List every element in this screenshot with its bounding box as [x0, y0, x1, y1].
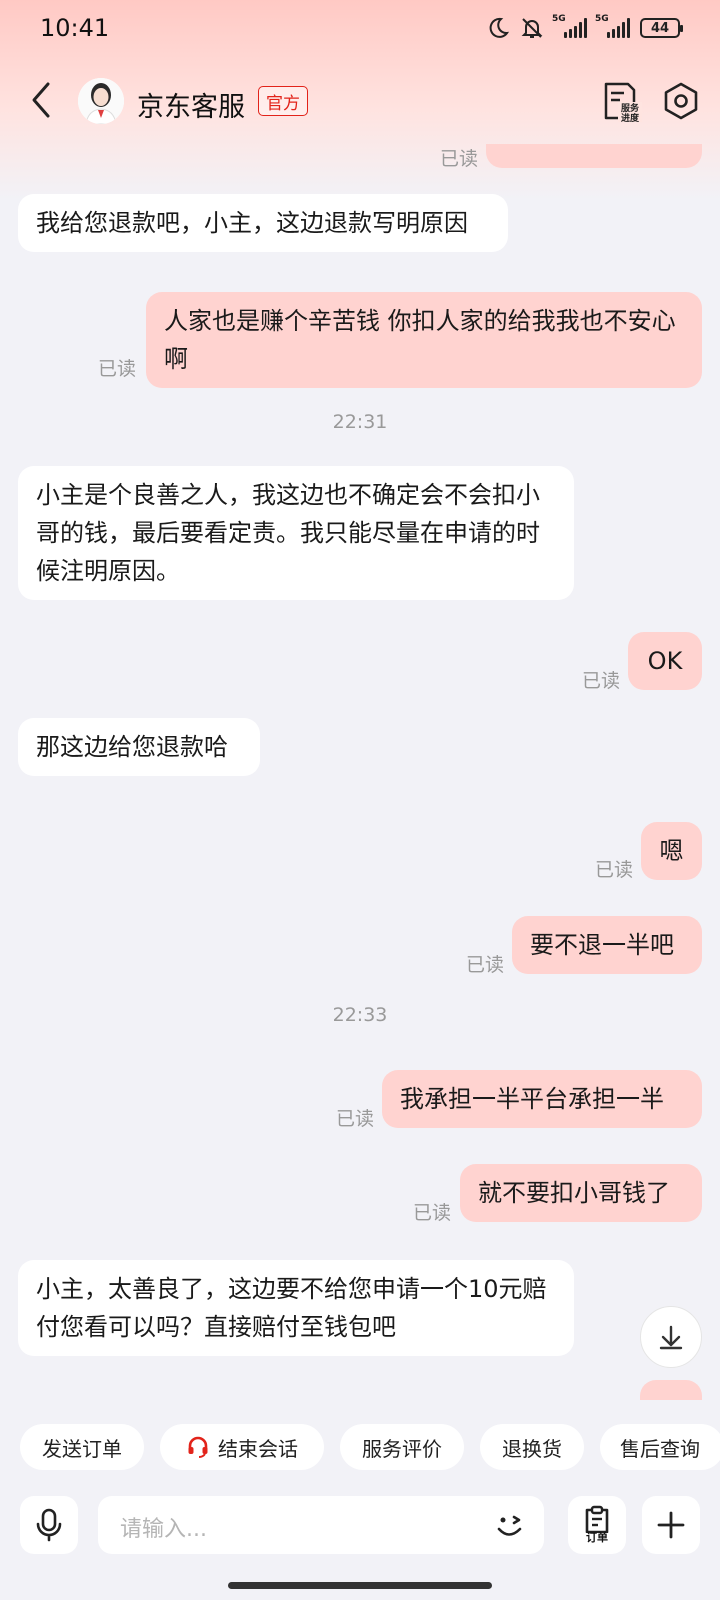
- chip-label: 结束会话: [218, 1436, 298, 1461]
- input-placeholder: 请输入...: [120, 1517, 207, 1542]
- chat-area[interactable]: 已读 我给您退款吧，小主，这边退款写明原因 人家也是赚个辛苦钱 你扣人家的给我我…: [0, 144, 720, 1400]
- scroll-to-bottom-button[interactable]: [640, 1306, 702, 1368]
- timestamp: 22:31: [332, 411, 388, 433]
- message-bubble-partial[interactable]: [486, 144, 702, 168]
- after-sales-query-chip[interactable]: 售后查询: [600, 1424, 720, 1470]
- official-badge: 官方: [258, 86, 308, 116]
- timestamp: 22:33: [332, 1004, 388, 1026]
- message-bubble[interactable]: 那这边给您退款哈: [18, 718, 260, 776]
- read-receipt: 已读: [582, 670, 621, 692]
- network-label-1: 5G: [552, 14, 566, 24]
- service-progress-button[interactable]: 服务 进度: [602, 80, 642, 124]
- service-progress-icon: 服务 进度: [604, 82, 642, 124]
- home-indicator[interactable]: [228, 1582, 492, 1589]
- voice-button[interactable]: [20, 1496, 78, 1554]
- more-button[interactable]: [642, 1496, 700, 1554]
- send-order-chip[interactable]: 发送订单: [20, 1424, 144, 1470]
- back-button[interactable]: [22, 78, 62, 122]
- plus-icon: [657, 1511, 685, 1539]
- settings-button[interactable]: [660, 80, 702, 122]
- message-bubble[interactable]: 小主，太善良了，这边要不给您申请一个10元赔付您看可以吗？直接赔付至钱包吧: [18, 1260, 574, 1356]
- status-time: 10:41: [40, 14, 110, 42]
- message-bubble[interactable]: 人家也是赚个辛苦钱 你扣人家的给我我也不安心啊: [146, 292, 702, 388]
- read-receipt: 已读: [413, 1202, 452, 1224]
- chip-label: 服务评价: [362, 1436, 442, 1461]
- arrow-down-icon: [659, 1325, 683, 1350]
- order-button[interactable]: 订单: [568, 1496, 626, 1554]
- page-title: 京东客服: [137, 92, 245, 123]
- read-receipt: 已读: [466, 954, 505, 976]
- progress-label-1: 服务: [621, 102, 640, 114]
- message-bubble-partial[interactable]: [640, 1380, 702, 1400]
- agent-avatar-icon: [78, 78, 124, 124]
- read-receipt: 已读: [440, 148, 479, 170]
- bell-muted-icon: [521, 18, 543, 38]
- status-bar: 10:41 5G 5G 44: [0, 0, 720, 64]
- return-exchange-chip[interactable]: 退换货: [480, 1424, 584, 1470]
- message-bubble[interactable]: 嗯: [641, 822, 702, 880]
- message-bubble[interactable]: 就不要扣小哥钱了: [460, 1164, 702, 1222]
- end-session-chip[interactable]: 结束会话: [160, 1424, 324, 1470]
- chat-header: 京东客服 官方 服务 进度: [0, 64, 720, 144]
- chevron-left-icon: [32, 82, 50, 118]
- read-receipt: 已读: [595, 859, 634, 881]
- chip-label: 售后查询: [620, 1436, 700, 1461]
- moon-icon: [489, 17, 510, 38]
- read-receipt: 已读: [98, 358, 137, 380]
- quick-actions-bar[interactable]: 发送订单 结束会话 服务评价 退换货 售后查询: [0, 1400, 720, 1486]
- battery-icon: 44: [640, 18, 683, 38]
- read-receipt: 已读: [336, 1108, 375, 1130]
- message-bubble[interactable]: OK: [628, 632, 702, 690]
- message-bubble[interactable]: 小主是个良善之人，我这边也不确定会不会扣小哥的钱，最后要看定责。我只能尽量在申请…: [18, 466, 574, 600]
- input-bar: 请输入... 订单: [0, 1486, 720, 1586]
- status-icons: 5G 5G 44: [486, 14, 683, 40]
- signal-icon-2: 5G: [595, 14, 630, 38]
- microphone-icon: [36, 1508, 62, 1542]
- emoji-icon: [497, 1515, 522, 1536]
- progress-label-2: 进度: [621, 112, 640, 122]
- network-label-2: 5G: [595, 14, 609, 24]
- signal-icon: 5G: [552, 14, 587, 38]
- hexagon-settings-icon: [664, 82, 698, 120]
- chip-label: 发送订单: [42, 1436, 122, 1461]
- message-bubble[interactable]: 我承担一半平台承担一半: [382, 1070, 702, 1128]
- emoji-button[interactable]: [490, 1506, 530, 1546]
- message-bubble[interactable]: 我给您退款吧，小主，这边退款写明原因: [18, 194, 508, 252]
- chip-label: 退换货: [502, 1436, 562, 1461]
- order-label: 订单: [586, 1531, 608, 1544]
- avatar[interactable]: [78, 78, 124, 124]
- message-bubble[interactable]: 要不退一半吧: [512, 916, 702, 974]
- message-input[interactable]: 请输入...: [98, 1496, 544, 1554]
- service-rating-chip[interactable]: 服务评价: [340, 1424, 464, 1470]
- headset-icon: [188, 1436, 208, 1458]
